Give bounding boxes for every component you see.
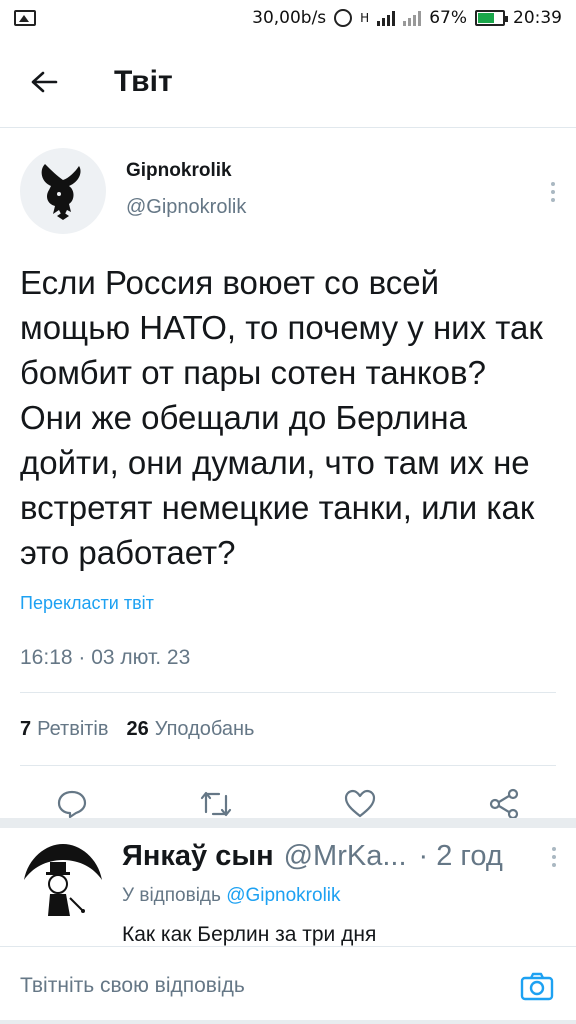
- share-icon: [489, 788, 519, 820]
- tophat-figure-icon: [24, 844, 102, 916]
- tweet-text: Если Россия воюет со всей мощью НАТО, то…: [20, 264, 543, 571]
- reply-to-mention[interactable]: @Gipnokrolik: [226, 885, 340, 906]
- likes-count[interactable]: 26: [127, 718, 149, 741]
- reply-avatar[interactable]: [20, 840, 106, 926]
- alarm-icon: [334, 9, 353, 27]
- reply-body: Янкаў сын @MrKa... · 2 год У відповідь @…: [122, 840, 556, 946]
- battery-percent: 67%: [429, 8, 467, 28]
- retweet-icon: [200, 791, 232, 817]
- more-options-icon[interactable]: [550, 182, 556, 202]
- tweet-author-row: Gipnokrolik @Gipnokrolik: [20, 128, 556, 234]
- retweets-count[interactable]: 7: [20, 718, 31, 741]
- author-name[interactable]: Gipnokrolik: [126, 160, 246, 182]
- playboy-bunny-icon: [41, 164, 81, 220]
- translate-tweet-link[interactable]: Перекласти твіт: [20, 593, 556, 614]
- reply-tweet[interactable]: Янкаў сын @MrKa... · 2 год У відповідь @…: [0, 818, 576, 946]
- signal-strength-secondary-icon: [403, 10, 422, 26]
- clock: 20:39: [513, 8, 562, 28]
- network-type: H: [360, 11, 370, 25]
- status-bar: 30,00b/s H 67% 20:39: [0, 0, 576, 36]
- tweet-stats: 7 Ретвітів 26 Уподобань: [20, 693, 556, 765]
- gallery-notification-icon: [14, 10, 36, 26]
- reply-icon: [57, 790, 87, 819]
- camera-button[interactable]: [518, 967, 556, 1005]
- signal-strength-icon: [377, 10, 396, 26]
- reply-more-options-icon[interactable]: [552, 846, 556, 867]
- tweet-timestamp: 16:18 · 03 лют. 23: [20, 646, 191, 669]
- like-icon: [344, 789, 376, 818]
- reply-composer: [0, 946, 576, 1024]
- reply-header: Янкаў сын @MrKa... · 2 год: [122, 840, 556, 873]
- bottom-divider: [0, 1020, 576, 1024]
- reply-author-handle[interactable]: @MrKa...: [284, 840, 407, 873]
- back-button[interactable]: [14, 52, 74, 112]
- reply-input[interactable]: [20, 973, 518, 998]
- arrow-left-icon: [31, 71, 58, 92]
- top-app-bar: Твіт: [0, 36, 576, 128]
- network-speed: 30,00b/s: [252, 8, 327, 28]
- reply-to-label: У відповідь: [122, 885, 221, 906]
- retweets-label[interactable]: Ретвітів: [37, 718, 108, 741]
- reply-context: У відповідь @Gipnokrolik: [122, 885, 556, 907]
- reply-time: · 2 год: [418, 840, 503, 872]
- main-tweet: Gipnokrolik @Gipnokrolik Если Россия вою…: [0, 128, 576, 842]
- battery-icon: [475, 10, 508, 26]
- status-bar-right: 30,00b/s H 67% 20:39: [252, 8, 562, 28]
- author-handle[interactable]: @Gipnokrolik: [126, 196, 246, 219]
- author-avatar[interactable]: [20, 148, 106, 234]
- author-names: Gipnokrolik @Gipnokrolik: [126, 148, 246, 219]
- reply-text: Как как Берлин за три дня: [122, 923, 377, 946]
- page-title: Твіт: [114, 64, 173, 98]
- likes-label[interactable]: Уподобань: [155, 718, 255, 741]
- camera-icon: [520, 972, 554, 1000]
- reply-author-name[interactable]: Янкаў сын: [122, 840, 274, 873]
